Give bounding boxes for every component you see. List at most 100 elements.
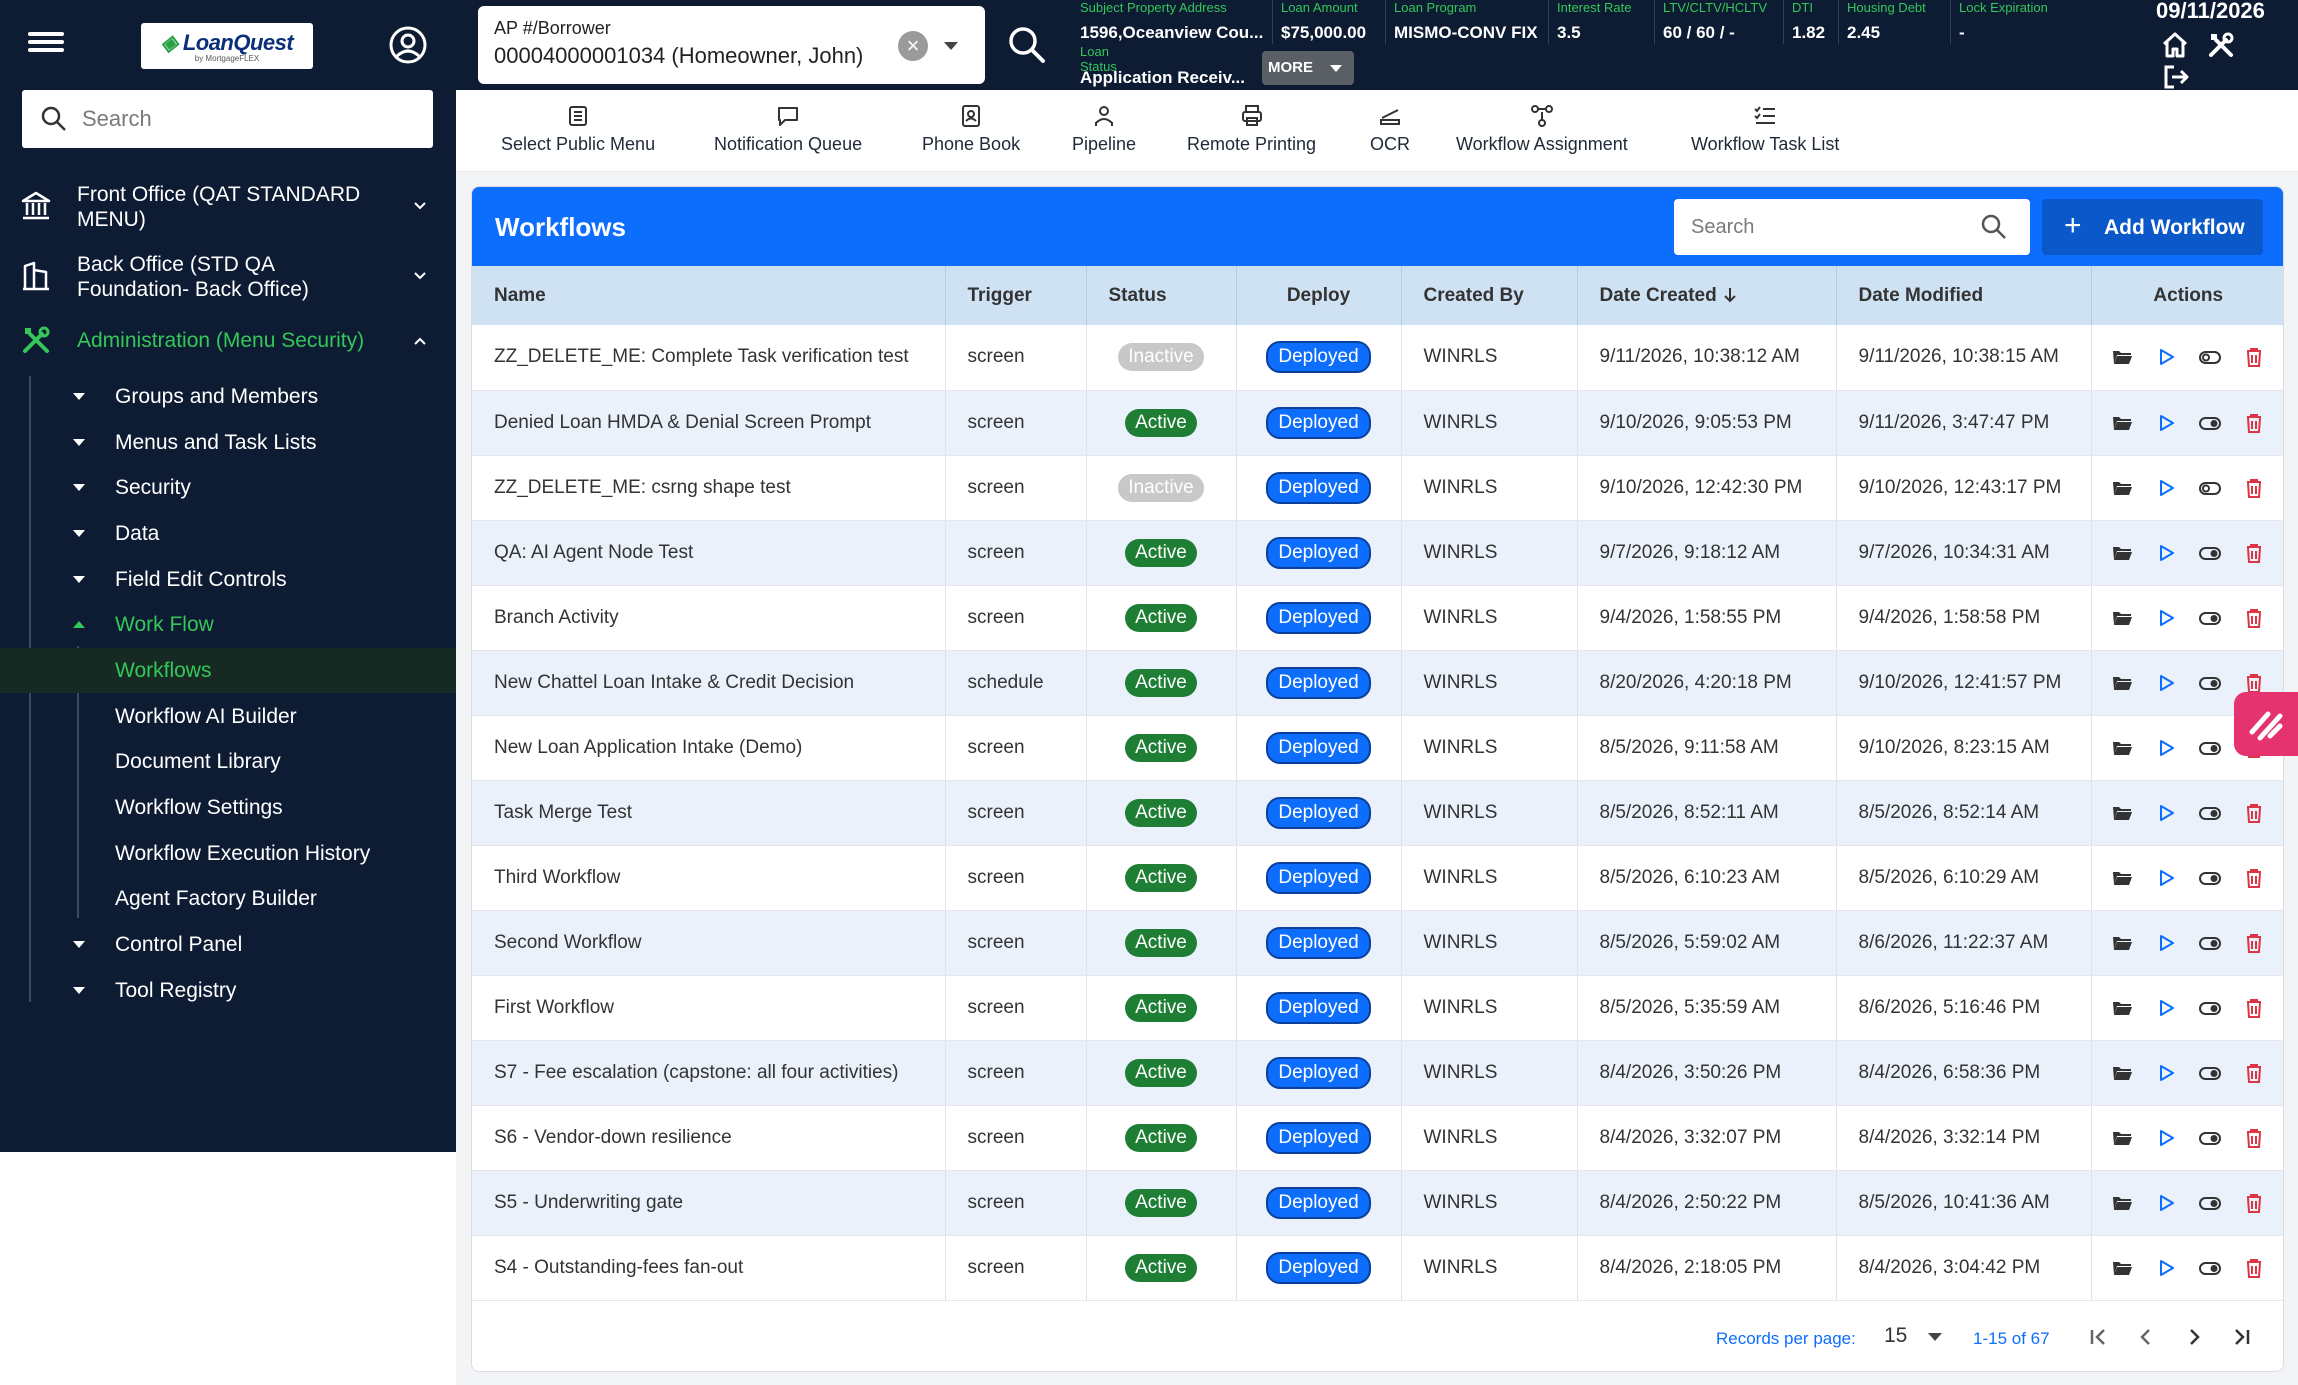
- toggle-on-icon[interactable]: [2199, 607, 2222, 629]
- table-row[interactable]: QA: AI Agent Node Test screen Active Deploy…: [472, 520, 2283, 586]
- cell-name[interactable]: S4 - Outstanding-fees fan-out: [472, 1235, 946, 1301]
- table-row[interactable]: S4 - Outstanding-fees fan-out screen Activ…: [472, 1235, 2283, 1301]
- column-header-name[interactable]: Name: [472, 266, 946, 325]
- open-folder-icon[interactable]: [2111, 672, 2133, 694]
- open-folder-icon[interactable]: [2111, 1192, 2133, 1214]
- open-folder-icon[interactable]: [2111, 867, 2133, 889]
- delete-trash-icon[interactable]: [2243, 607, 2265, 629]
- quick-menu-select-public-menu[interactable]: Select Public Menu: [501, 104, 655, 155]
- workflows-search-input[interactable]: Search: [1674, 199, 2030, 255]
- table-row[interactable]: Branch Activity screen Active Deployed WINRL…: [472, 585, 2283, 651]
- toggle-on-icon[interactable]: [2199, 1257, 2222, 1279]
- open-folder-icon[interactable]: [2111, 477, 2133, 499]
- cell-name[interactable]: New Loan Application Intake (Demo): [472, 715, 946, 781]
- sidebar-subitem-workflows[interactable]: Workflows: [0, 648, 456, 693]
- run-play-icon[interactable]: [2155, 346, 2177, 368]
- delete-trash-icon[interactable]: [2243, 542, 2265, 564]
- run-play-icon[interactable]: [2155, 672, 2177, 694]
- table-row[interactable]: New Chattel Loan Intake & Credit Decisio…: [472, 650, 2283, 716]
- last-page-icon[interactable]: [2226, 1322, 2256, 1352]
- sidebar-item-tool-registry[interactable]: Tool Registry: [0, 970, 456, 1012]
- cell-name[interactable]: Denied Loan HMDA & Denial Screen Prompt: [472, 390, 946, 456]
- cell-name[interactable]: Branch Activity: [472, 585, 946, 651]
- run-play-icon[interactable]: [2155, 412, 2177, 434]
- delete-trash-icon[interactable]: [2243, 802, 2265, 824]
- table-row[interactable]: New Loan Application Intake (Demo) screen…: [472, 715, 2283, 781]
- cell-name[interactable]: Second Workflow: [472, 910, 946, 976]
- clear-borrower-icon[interactable]: ×: [898, 31, 928, 61]
- previous-page-icon[interactable]: [2131, 1322, 2161, 1352]
- cell-name[interactable]: S6 - Vendor-down resilience: [472, 1105, 946, 1171]
- run-play-icon[interactable]: [2155, 867, 2177, 889]
- cell-name[interactable]: Third Workflow: [472, 845, 946, 911]
- quick-menu-phone-book[interactable]: Phone Book: [922, 104, 1020, 155]
- table-row[interactable]: Denied Loan HMDA & Denial Screen Prompt s…: [472, 390, 2283, 456]
- home-icon[interactable]: [2160, 30, 2190, 60]
- sidebar-group-front-office[interactable]: Front Office (QAT STANDARD MENU): [0, 176, 456, 236]
- column-header-trigger[interactable]: Trigger: [945, 266, 1087, 325]
- toggle-on-icon[interactable]: [2199, 997, 2222, 1019]
- table-row[interactable]: Task Merge Test screen Active Deployed WINRL…: [472, 780, 2283, 846]
- toggle-on-icon[interactable]: [2199, 1062, 2222, 1084]
- assistant-tab[interactable]: [2234, 692, 2298, 756]
- quick-menu-ocr[interactable]: OCR: [1370, 104, 1410, 155]
- toggle-on-icon[interactable]: [2199, 672, 2222, 694]
- delete-trash-icon[interactable]: [2243, 1127, 2265, 1149]
- first-page-icon[interactable]: [2084, 1322, 2114, 1352]
- open-folder-icon[interactable]: [2111, 607, 2133, 629]
- toggle-on-icon[interactable]: [2199, 737, 2222, 759]
- table-row[interactable]: S7 - Fee escalation (capstone: all four …: [472, 1040, 2283, 1106]
- toggle-off-icon[interactable]: [2199, 477, 2222, 499]
- hamburger-menu-icon[interactable]: [28, 28, 64, 58]
- records-per-page-select[interactable]: 15: [1884, 1324, 1942, 1348]
- table-row[interactable]: First Workflow screen Active Deployed WINRLS…: [472, 975, 2283, 1041]
- run-play-icon[interactable]: [2155, 932, 2177, 954]
- run-play-icon[interactable]: [2155, 607, 2177, 629]
- sidebar-item-work-flow[interactable]: Work Flow: [0, 604, 456, 646]
- table-row[interactable]: S6 - Vendor-down resilience screen Active D…: [472, 1105, 2283, 1171]
- sidebar-subitem-workflow-execution-history[interactable]: Workflow Execution History: [0, 831, 456, 876]
- table-row[interactable]: Third Workflow screen Active Deployed WINRLS…: [472, 845, 2283, 911]
- run-play-icon[interactable]: [2155, 477, 2177, 499]
- run-play-icon[interactable]: [2155, 1192, 2177, 1214]
- open-folder-icon[interactable]: [2111, 1127, 2133, 1149]
- search-icon[interactable]: [1979, 212, 2009, 242]
- delete-trash-icon[interactable]: [2243, 932, 2265, 954]
- delete-trash-icon[interactable]: [2243, 672, 2265, 694]
- open-folder-icon[interactable]: [2111, 802, 2133, 824]
- table-row[interactable]: ZZ_DELETE_ME: csrng shape test screen Inac…: [472, 455, 2283, 521]
- cell-name[interactable]: New Chattel Loan Intake & Credit Decisio…: [472, 650, 946, 716]
- open-folder-icon[interactable]: [2111, 1062, 2133, 1084]
- open-folder-icon[interactable]: [2111, 412, 2133, 434]
- delete-trash-icon[interactable]: [2243, 997, 2265, 1019]
- tools-icon[interactable]: [2206, 30, 2236, 60]
- delete-trash-icon[interactable]: [2243, 1192, 2265, 1214]
- sidebar-item-security[interactable]: Security: [0, 467, 456, 509]
- sidebar-item-data[interactable]: Data: [0, 513, 456, 555]
- add-workflow-button[interactable]: + Add Workflow: [2042, 199, 2263, 255]
- toggle-on-icon[interactable]: [2199, 802, 2222, 824]
- more-button[interactable]: MORE: [1262, 51, 1354, 85]
- borrower-dropdown-icon[interactable]: [944, 42, 958, 50]
- delete-trash-icon[interactable]: [2243, 867, 2265, 889]
- column-header-deploy[interactable]: Deploy: [1236, 266, 1402, 325]
- run-play-icon[interactable]: [2155, 1127, 2177, 1149]
- open-folder-icon[interactable]: [2111, 997, 2133, 1019]
- cell-name[interactable]: S7 - Fee escalation (capstone: all four …: [472, 1040, 946, 1106]
- delete-trash-icon[interactable]: [2243, 1257, 2265, 1279]
- next-page-icon[interactable]: [2179, 1322, 2209, 1352]
- column-header-date-created[interactable]: Date Created: [1577, 266, 1837, 325]
- open-folder-icon[interactable]: [2111, 737, 2133, 759]
- sidebar-group-administration[interactable]: Administration (Menu Security): [0, 316, 456, 364]
- sidebar-subitem-workflow-settings[interactable]: Workflow Settings: [0, 785, 456, 830]
- cell-name[interactable]: S5 - Underwriting gate: [472, 1170, 946, 1236]
- table-row[interactable]: ZZ_DELETE_ME: Complete Task verification…: [472, 325, 2283, 391]
- run-play-icon[interactable]: [2155, 1257, 2177, 1279]
- toggle-on-icon[interactable]: [2199, 1192, 2222, 1214]
- column-header-created-by[interactable]: Created By: [1401, 266, 1578, 325]
- sidebar-item-field-edit-controls[interactable]: Field Edit Controls: [0, 559, 456, 601]
- column-header-date-modified[interactable]: Date Modified: [1836, 266, 2092, 325]
- sidebar-subitem-agent-factory-builder[interactable]: Agent Factory Builder: [0, 876, 456, 921]
- run-play-icon[interactable]: [2155, 802, 2177, 824]
- cell-name[interactable]: QA: AI Agent Node Test: [472, 520, 946, 586]
